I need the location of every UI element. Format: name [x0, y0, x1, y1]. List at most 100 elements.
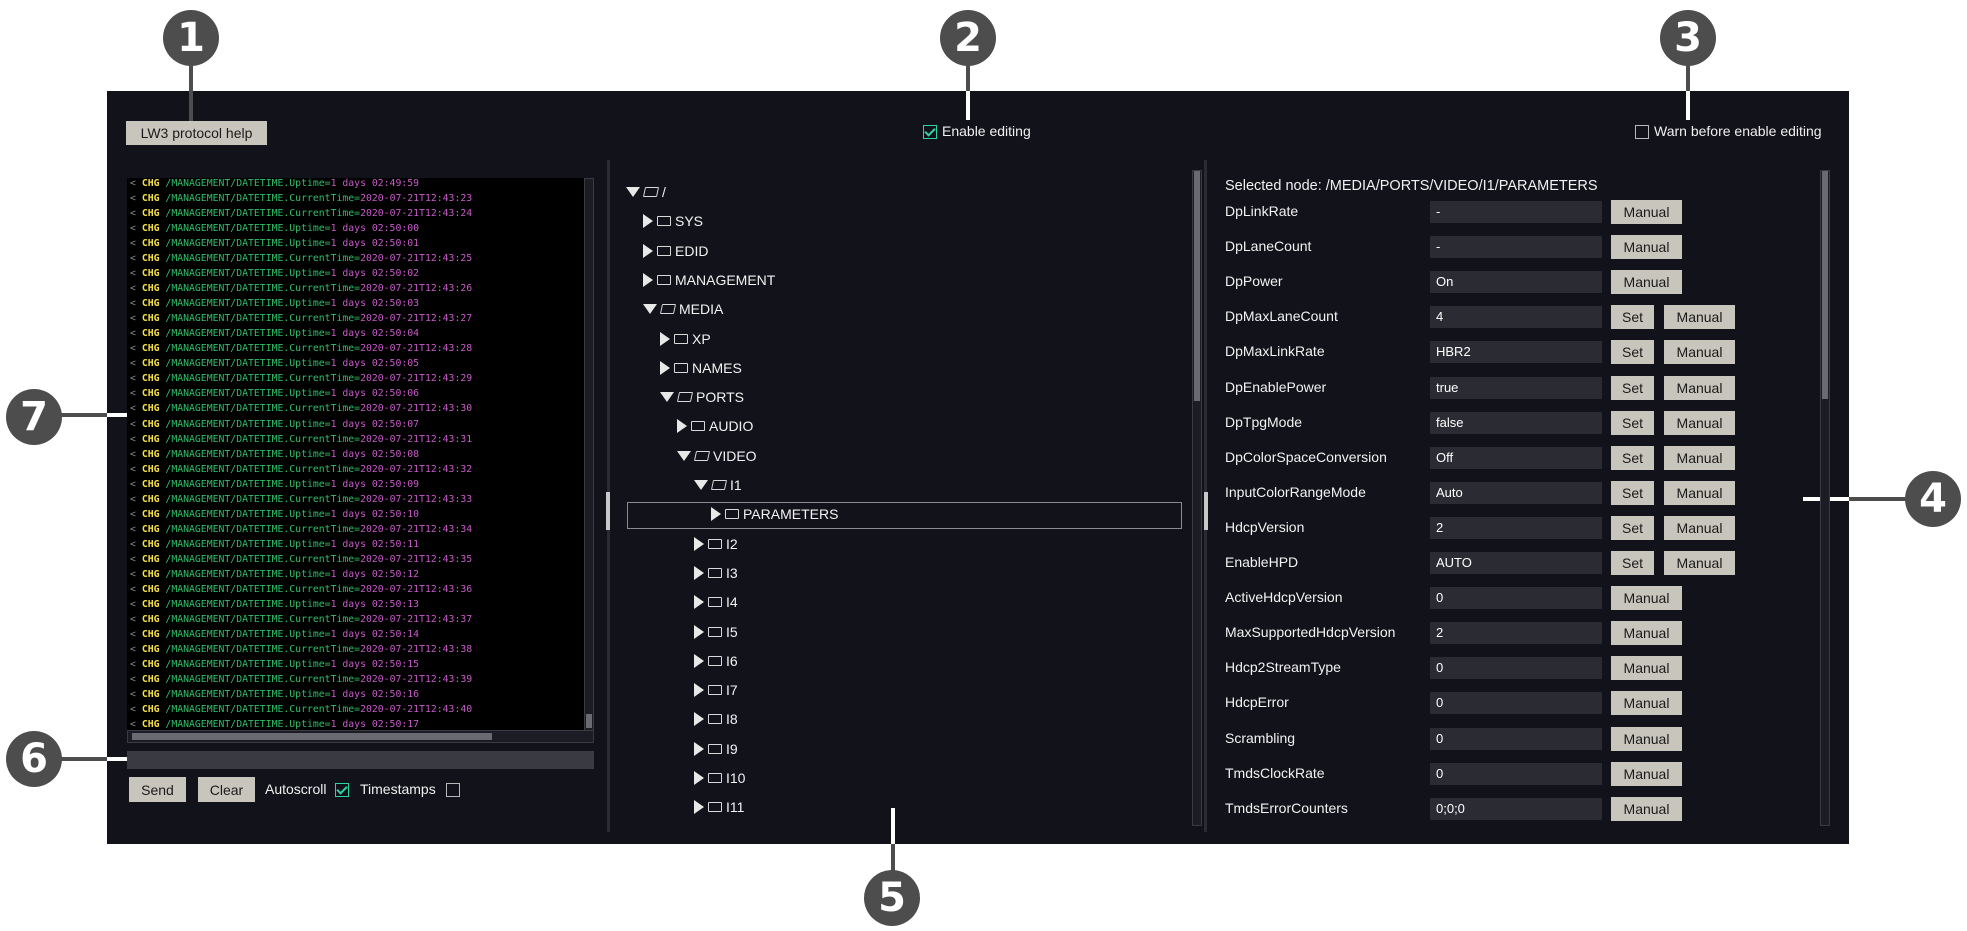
set-button[interactable]: Set	[1611, 551, 1654, 575]
manual-button[interactable]: Manual	[1664, 305, 1735, 330]
manual-button[interactable]: Manual	[1664, 340, 1735, 365]
tree-node-i2[interactable]: I2	[694, 531, 738, 557]
param-value-field[interactable]: 2	[1430, 516, 1602, 539]
lw3-protocol-help-button[interactable]: LW3 protocol help	[126, 121, 267, 145]
console-vertical-scrollbar[interactable]	[584, 178, 594, 732]
params-vertical-scrollbar[interactable]	[1820, 170, 1830, 826]
manual-button[interactable]: Manual	[1611, 726, 1682, 751]
expand-arrow-icon[interactable]	[660, 360, 670, 375]
tree-node-i1[interactable]: I1	[694, 472, 742, 498]
warn-before-enable-editing-checkbox[interactable]	[1635, 125, 1649, 139]
expand-arrow-icon[interactable]	[694, 595, 704, 610]
tree-node-ports[interactable]: PORTS	[660, 384, 744, 410]
tree-node-i11[interactable]: I11	[694, 794, 744, 820]
param-value-field[interactable]: 0	[1430, 762, 1602, 785]
manual-button[interactable]: Manual	[1664, 410, 1735, 435]
param-value-field[interactable]: Auto	[1430, 481, 1602, 504]
console-horizontal-scrollbar[interactable]	[127, 730, 594, 743]
manual-button[interactable]: Manual	[1664, 445, 1735, 470]
tree-node-names[interactable]: NAMES	[660, 355, 742, 381]
expand-arrow-icon[interactable]	[694, 683, 704, 698]
set-button[interactable]: Set	[1611, 340, 1654, 365]
param-value-field[interactable]: 0	[1430, 692, 1602, 715]
manual-button[interactable]: Manual	[1611, 621, 1682, 646]
clear-button[interactable]: Clear	[198, 777, 255, 802]
manual-button[interactable]: Manual	[1611, 270, 1682, 295]
tree-node-video[interactable]: VIDEO	[677, 443, 757, 469]
tree-node-management[interactable]: MANAGEMENT	[643, 267, 775, 293]
tree-node-i5[interactable]: I5	[694, 619, 738, 645]
manual-button[interactable]: Manual	[1664, 551, 1735, 575]
expand-arrow-icon[interactable]	[694, 800, 704, 815]
param-value-field[interactable]: 2	[1430, 622, 1602, 645]
param-value-field[interactable]: AUTO	[1430, 552, 1602, 574]
tree-node-i10[interactable]: I10	[694, 765, 745, 791]
command-input[interactable]	[127, 751, 594, 769]
expand-arrow-icon[interactable]	[643, 243, 653, 258]
manual-button[interactable]: Manual	[1611, 656, 1682, 681]
left-splitter-handle[interactable]	[606, 492, 610, 530]
param-value-field[interactable]: 0	[1430, 727, 1602, 750]
tree-node-sys[interactable]: SYS	[643, 208, 703, 234]
tree-node-xp[interactable]: XP	[660, 326, 711, 352]
tree-node-root[interactable]: /	[626, 179, 666, 205]
tree-node-i4[interactable]: I4	[694, 589, 738, 615]
set-button[interactable]: Set	[1611, 375, 1654, 400]
param-value-field[interactable]: -	[1430, 236, 1602, 259]
tree-node-i3[interactable]: I3	[694, 560, 738, 586]
param-value-field[interactable]: 4	[1430, 306, 1602, 329]
expand-arrow-icon[interactable]	[694, 565, 704, 580]
expand-arrow-icon[interactable]	[660, 331, 670, 346]
tree-node-media[interactable]: MEDIA	[643, 296, 723, 322]
expand-arrow-icon[interactable]	[694, 771, 704, 785]
autoscroll-checkbox[interactable]	[335, 783, 349, 797]
manual-button[interactable]: Manual	[1664, 515, 1735, 540]
set-button[interactable]: Set	[1611, 480, 1654, 505]
console-log[interactable]: < CHG /MANAGEMENT/DATETIME.Uptime=1 days…	[127, 178, 584, 730]
tree-node-edid[interactable]: EDID	[643, 238, 708, 264]
manual-button[interactable]: Manual	[1611, 586, 1682, 611]
right-splitter-handle[interactable]	[1204, 492, 1208, 530]
param-value-field[interactable]: 0	[1430, 657, 1602, 680]
expand-arrow-icon[interactable]	[694, 712, 704, 727]
expand-arrow-icon[interactable]	[694, 624, 704, 639]
expand-arrow-icon[interactable]	[694, 653, 704, 668]
manual-button[interactable]: Manual	[1664, 480, 1735, 505]
tree-node-audio[interactable]: AUDIO	[677, 413, 753, 439]
manual-button[interactable]: Manual	[1611, 691, 1682, 716]
tree-vertical-scrollbar[interactable]	[1192, 170, 1202, 826]
manual-button[interactable]: Manual	[1611, 200, 1682, 224]
expand-arrow-icon[interactable]	[643, 272, 653, 287]
collapse-arrow-icon[interactable]	[694, 480, 708, 490]
expand-arrow-icon[interactable]	[643, 214, 653, 229]
manual-button[interactable]: Manual	[1611, 235, 1682, 260]
collapse-arrow-icon[interactable]	[677, 450, 691, 461]
manual-button[interactable]: Manual	[1611, 761, 1682, 786]
expand-arrow-icon[interactable]	[677, 419, 687, 434]
tree-node-i9[interactable]: I9	[694, 736, 738, 762]
expand-arrow-icon[interactable]	[711, 507, 721, 522]
tree-node-i7[interactable]: I7	[694, 677, 738, 703]
expand-arrow-icon[interactable]	[694, 536, 704, 551]
manual-button[interactable]: Manual	[1611, 796, 1682, 821]
param-value-field[interactable]: 0	[1430, 587, 1602, 610]
set-button[interactable]: Set	[1611, 305, 1654, 330]
param-value-field[interactable]: On	[1430, 271, 1602, 294]
param-value-field[interactable]: -	[1430, 201, 1602, 223]
set-button[interactable]: Set	[1611, 515, 1654, 540]
set-button[interactable]: Set	[1611, 410, 1654, 435]
tree-node-i6[interactable]: I6	[694, 648, 738, 674]
param-value-field[interactable]: true	[1430, 376, 1602, 399]
collapse-arrow-icon[interactable]	[660, 392, 674, 403]
set-button[interactable]: Set	[1611, 445, 1654, 470]
tree-node-i8[interactable]: I8	[694, 706, 738, 732]
param-value-field[interactable]: false	[1430, 411, 1602, 434]
tree-node-parameters[interactable]: PARAMETERS	[711, 501, 838, 527]
timestamps-checkbox[interactable]	[446, 783, 460, 797]
param-value-field[interactable]: HBR2	[1430, 341, 1602, 364]
send-button[interactable]: Send	[129, 777, 186, 802]
collapse-arrow-icon[interactable]	[626, 187, 640, 197]
manual-button[interactable]: Manual	[1664, 375, 1735, 400]
enable-editing-checkbox[interactable]	[923, 125, 937, 139]
param-value-field[interactable]: Off	[1430, 446, 1602, 469]
